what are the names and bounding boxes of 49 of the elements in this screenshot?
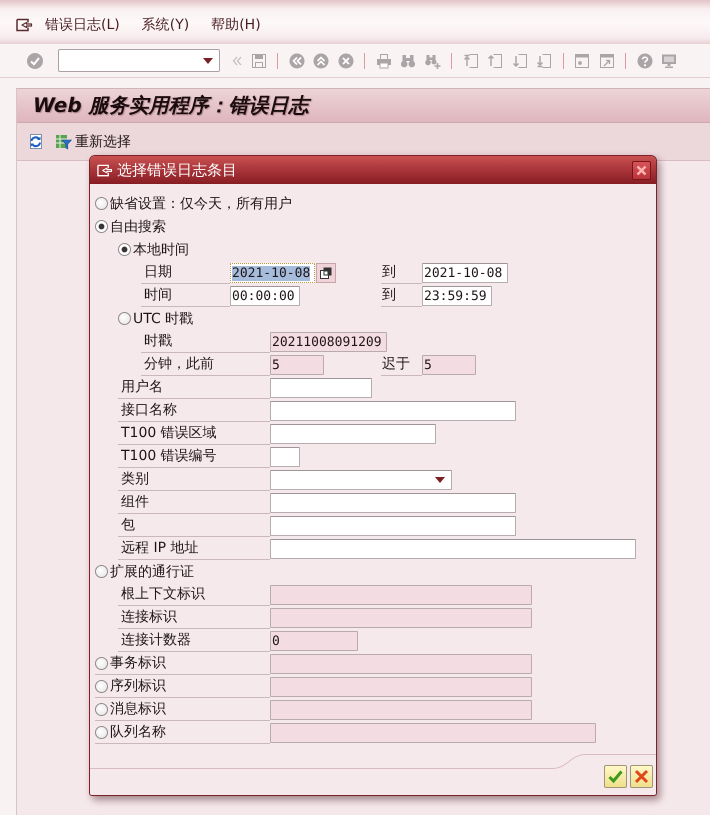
option-label: 队列名称	[110, 723, 166, 741]
box-arrow-icon[interactable]	[96, 162, 113, 178]
confirm-button[interactable]	[604, 765, 627, 788]
close-button[interactable]	[632, 160, 651, 180]
reselect-button[interactable]: 重新选择	[55, 132, 131, 150]
input-field[interactable]	[270, 493, 516, 513]
option-label: 自由搜索	[110, 218, 166, 236]
input-field[interactable]: 23:59:59	[422, 286, 492, 306]
option-label: UTC 时戳	[133, 310, 194, 328]
dropdown-field[interactable]	[270, 470, 452, 490]
input-field[interactable]	[270, 424, 436, 444]
input-field[interactable]: 2021-10-08	[230, 263, 315, 283]
option-label: 扩展的通行证	[110, 562, 194, 580]
option-label: 消息标识	[110, 700, 166, 718]
option-label: 本地时间	[133, 240, 189, 258]
input-field[interactable]	[270, 539, 636, 559]
table-filter-icon	[55, 133, 72, 150]
refresh-icon[interactable]	[27, 133, 44, 150]
option-label: 序列标识	[110, 677, 166, 695]
radio-button[interactable]	[118, 243, 131, 256]
close-icon	[636, 164, 647, 176]
checkmark-icon	[608, 769, 623, 784]
input-field[interactable]	[270, 516, 516, 536]
radio-button[interactable]	[95, 656, 108, 670]
dialog-title: 选择错误日志条目	[117, 160, 238, 180]
box-arrow-icon[interactable]	[15, 16, 33, 32]
overlapping-squares-icon	[320, 267, 332, 279]
radio-button[interactable]	[118, 312, 131, 325]
menu-item[interactable]: 系统(Y)	[142, 16, 190, 34]
menu-item[interactable]: 错误日志(L)	[45, 16, 120, 34]
radio-button[interactable]	[95, 197, 108, 210]
input-field[interactable]: 2021-10-08	[422, 263, 508, 283]
radio-button[interactable]	[95, 565, 108, 578]
input-field[interactable]	[270, 447, 300, 467]
value-help-button[interactable]	[316, 263, 336, 283]
input-field[interactable]	[270, 378, 372, 398]
option-label: 事务标识	[110, 654, 166, 672]
radio-button[interactable]	[95, 702, 108, 716]
radio-button[interactable]	[95, 220, 108, 233]
caret-icon[interactable]	[435, 477, 445, 483]
cancel-button[interactable]	[630, 765, 653, 788]
option-label: 缺省设置：仅今天，所有用户	[110, 194, 292, 212]
page-title: Web 服务实用程序：错误日志	[33, 92, 309, 119]
radio-button[interactable]	[95, 680, 108, 692]
radio-button[interactable]	[95, 726, 108, 738]
input-field[interactable]	[270, 401, 516, 421]
menu-item[interactable]: 帮助(H)	[211, 16, 261, 34]
close-icon	[634, 769, 649, 784]
input-field[interactable]: 00:00:00	[230, 286, 300, 306]
